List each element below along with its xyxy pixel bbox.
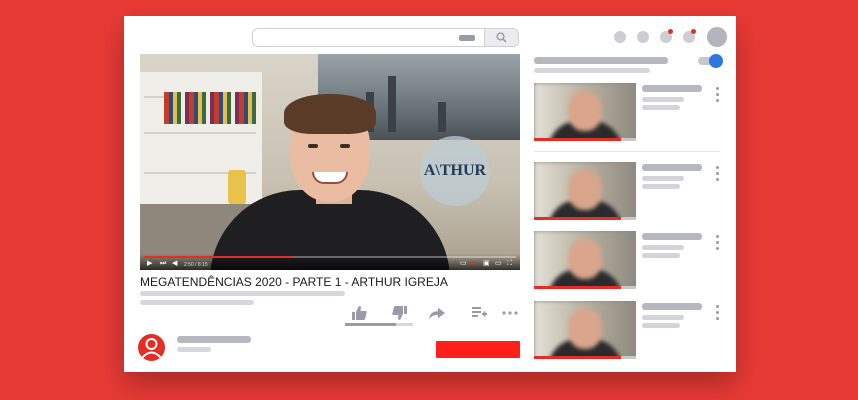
dislike-icon — [391, 306, 407, 320]
miniplayer-icon[interactable]: ▣ — [483, 260, 490, 268]
volume-icon[interactable]: ◀ — [172, 260, 177, 268]
fullscreen-icon[interactable]: ⛶ — [507, 260, 512, 268]
like-icon — [351, 306, 367, 320]
time-display: 2:50 / 8:15 — [184, 262, 208, 268]
watch-remaining — [621, 138, 636, 141]
views-placeholder — [642, 323, 680, 328]
divider — [534, 151, 720, 152]
presenter-eye — [340, 144, 350, 148]
share-button[interactable] — [429, 305, 445, 321]
apps-icon[interactable] — [637, 31, 649, 43]
channel-placeholder — [642, 315, 684, 320]
video-thumbnail[interactable] — [534, 162, 636, 220]
like-button[interactable] — [351, 305, 367, 321]
theater-icon[interactable]: ▭ — [495, 260, 502, 268]
more-vert-icon[interactable] — [716, 235, 720, 253]
recommended-video[interactable] — [534, 231, 724, 289]
thumbnail-face — [568, 170, 602, 210]
toggle-knob — [709, 54, 723, 68]
captions-icon[interactable]: ▭ — [460, 260, 467, 268]
watch-remaining — [621, 217, 636, 220]
add-to-playlist-icon — [471, 307, 487, 317]
messages-icon[interactable] — [660, 29, 673, 43]
watch-progress — [534, 217, 621, 220]
watch-progress — [534, 138, 621, 141]
views-placeholder — [642, 253, 680, 258]
more-actions-button[interactable] — [502, 305, 518, 321]
next-icon[interactable]: ⏭ — [160, 260, 166, 268]
channel-placeholder — [642, 245, 684, 250]
watch-progress — [534, 286, 621, 289]
channel-name-placeholder — [177, 336, 251, 343]
more-icon — [502, 311, 518, 315]
settings-icon[interactable]: ● — [471, 260, 475, 268]
browser-window: A\THUR ▶ ⏭ ◀ 2:50 / 8:15 ▭ ● ▣ ▭ ⛶ MEGAT… — [124, 16, 736, 372]
subscriber-count-placeholder — [177, 347, 211, 352]
presenter-eye — [308, 144, 318, 148]
recommended-video[interactable] — [534, 83, 724, 141]
video-thumbnail[interactable] — [534, 301, 636, 359]
views-placeholder — [642, 105, 680, 110]
video-thumbnail[interactable] — [534, 231, 636, 289]
wall-logo: A\THUR — [420, 136, 490, 206]
user-icon — [141, 338, 162, 359]
dislike-button[interactable] — [391, 305, 407, 321]
date-placeholder — [140, 300, 254, 305]
channel-avatar[interactable] — [138, 334, 165, 361]
wall-logo-text: A\THUR — [423, 162, 487, 179]
account-avatar[interactable] — [707, 27, 727, 47]
thumbnail-face — [568, 91, 602, 131]
seek-bar[interactable] — [144, 256, 516, 258]
keyboard-icon[interactable] — [459, 35, 475, 41]
player-controls: ▶ ⏭ ◀ 2:50 / 8:15 ▭ ● ▣ ▭ ⛶ — [140, 254, 520, 270]
upload-icon[interactable] — [614, 31, 626, 43]
channel-placeholder — [642, 176, 684, 181]
notification-badge — [668, 29, 673, 34]
search-button[interactable] — [484, 29, 518, 46]
recommended-video[interactable] — [534, 301, 724, 359]
notification-badge — [691, 29, 696, 34]
up-next-sublabel — [534, 68, 650, 73]
video-title-placeholder — [642, 85, 702, 92]
video-player[interactable]: A\THUR ▶ ⏭ ◀ 2:50 / 8:15 ▭ ● ▣ ▭ ⛶ — [140, 54, 520, 270]
autoplay-toggle[interactable] — [698, 54, 723, 68]
thumbnail-face — [568, 309, 602, 349]
video-thumbnail[interactable] — [534, 83, 636, 141]
search-icon — [496, 32, 507, 43]
recommended-video[interactable] — [534, 162, 724, 220]
books — [164, 92, 260, 124]
seek-progress — [144, 256, 293, 258]
video-title: MEGATENDÊNCIAS 2020 - PARTE 1 - ARTHUR I… — [140, 275, 448, 289]
share-icon — [429, 307, 445, 319]
channel-placeholder — [642, 97, 684, 102]
watch-remaining — [621, 356, 636, 359]
views-placeholder — [642, 184, 680, 189]
video-title-placeholder — [642, 164, 702, 171]
view-count-placeholder — [140, 291, 345, 296]
subscribe-button[interactable] — [436, 341, 520, 358]
more-vert-icon[interactable] — [716, 87, 720, 105]
like-ratio-bar — [345, 323, 413, 326]
video-title-placeholder — [642, 233, 702, 240]
thumbnail-face — [568, 239, 602, 279]
notifications-icon[interactable] — [683, 29, 696, 43]
presenter-hair — [284, 94, 376, 134]
like-ratio-fill — [345, 323, 396, 326]
watch-remaining — [621, 286, 636, 289]
up-next-label — [534, 57, 668, 64]
more-vert-icon[interactable] — [716, 305, 720, 323]
watch-progress — [534, 356, 621, 359]
search-bar[interactable] — [252, 28, 519, 47]
video-title-placeholder — [642, 303, 702, 310]
desk-object — [228, 170, 246, 204]
more-vert-icon[interactable] — [716, 166, 720, 184]
add-to-playlist-button[interactable] — [471, 305, 487, 321]
play-icon[interactable]: ▶ — [147, 260, 152, 268]
